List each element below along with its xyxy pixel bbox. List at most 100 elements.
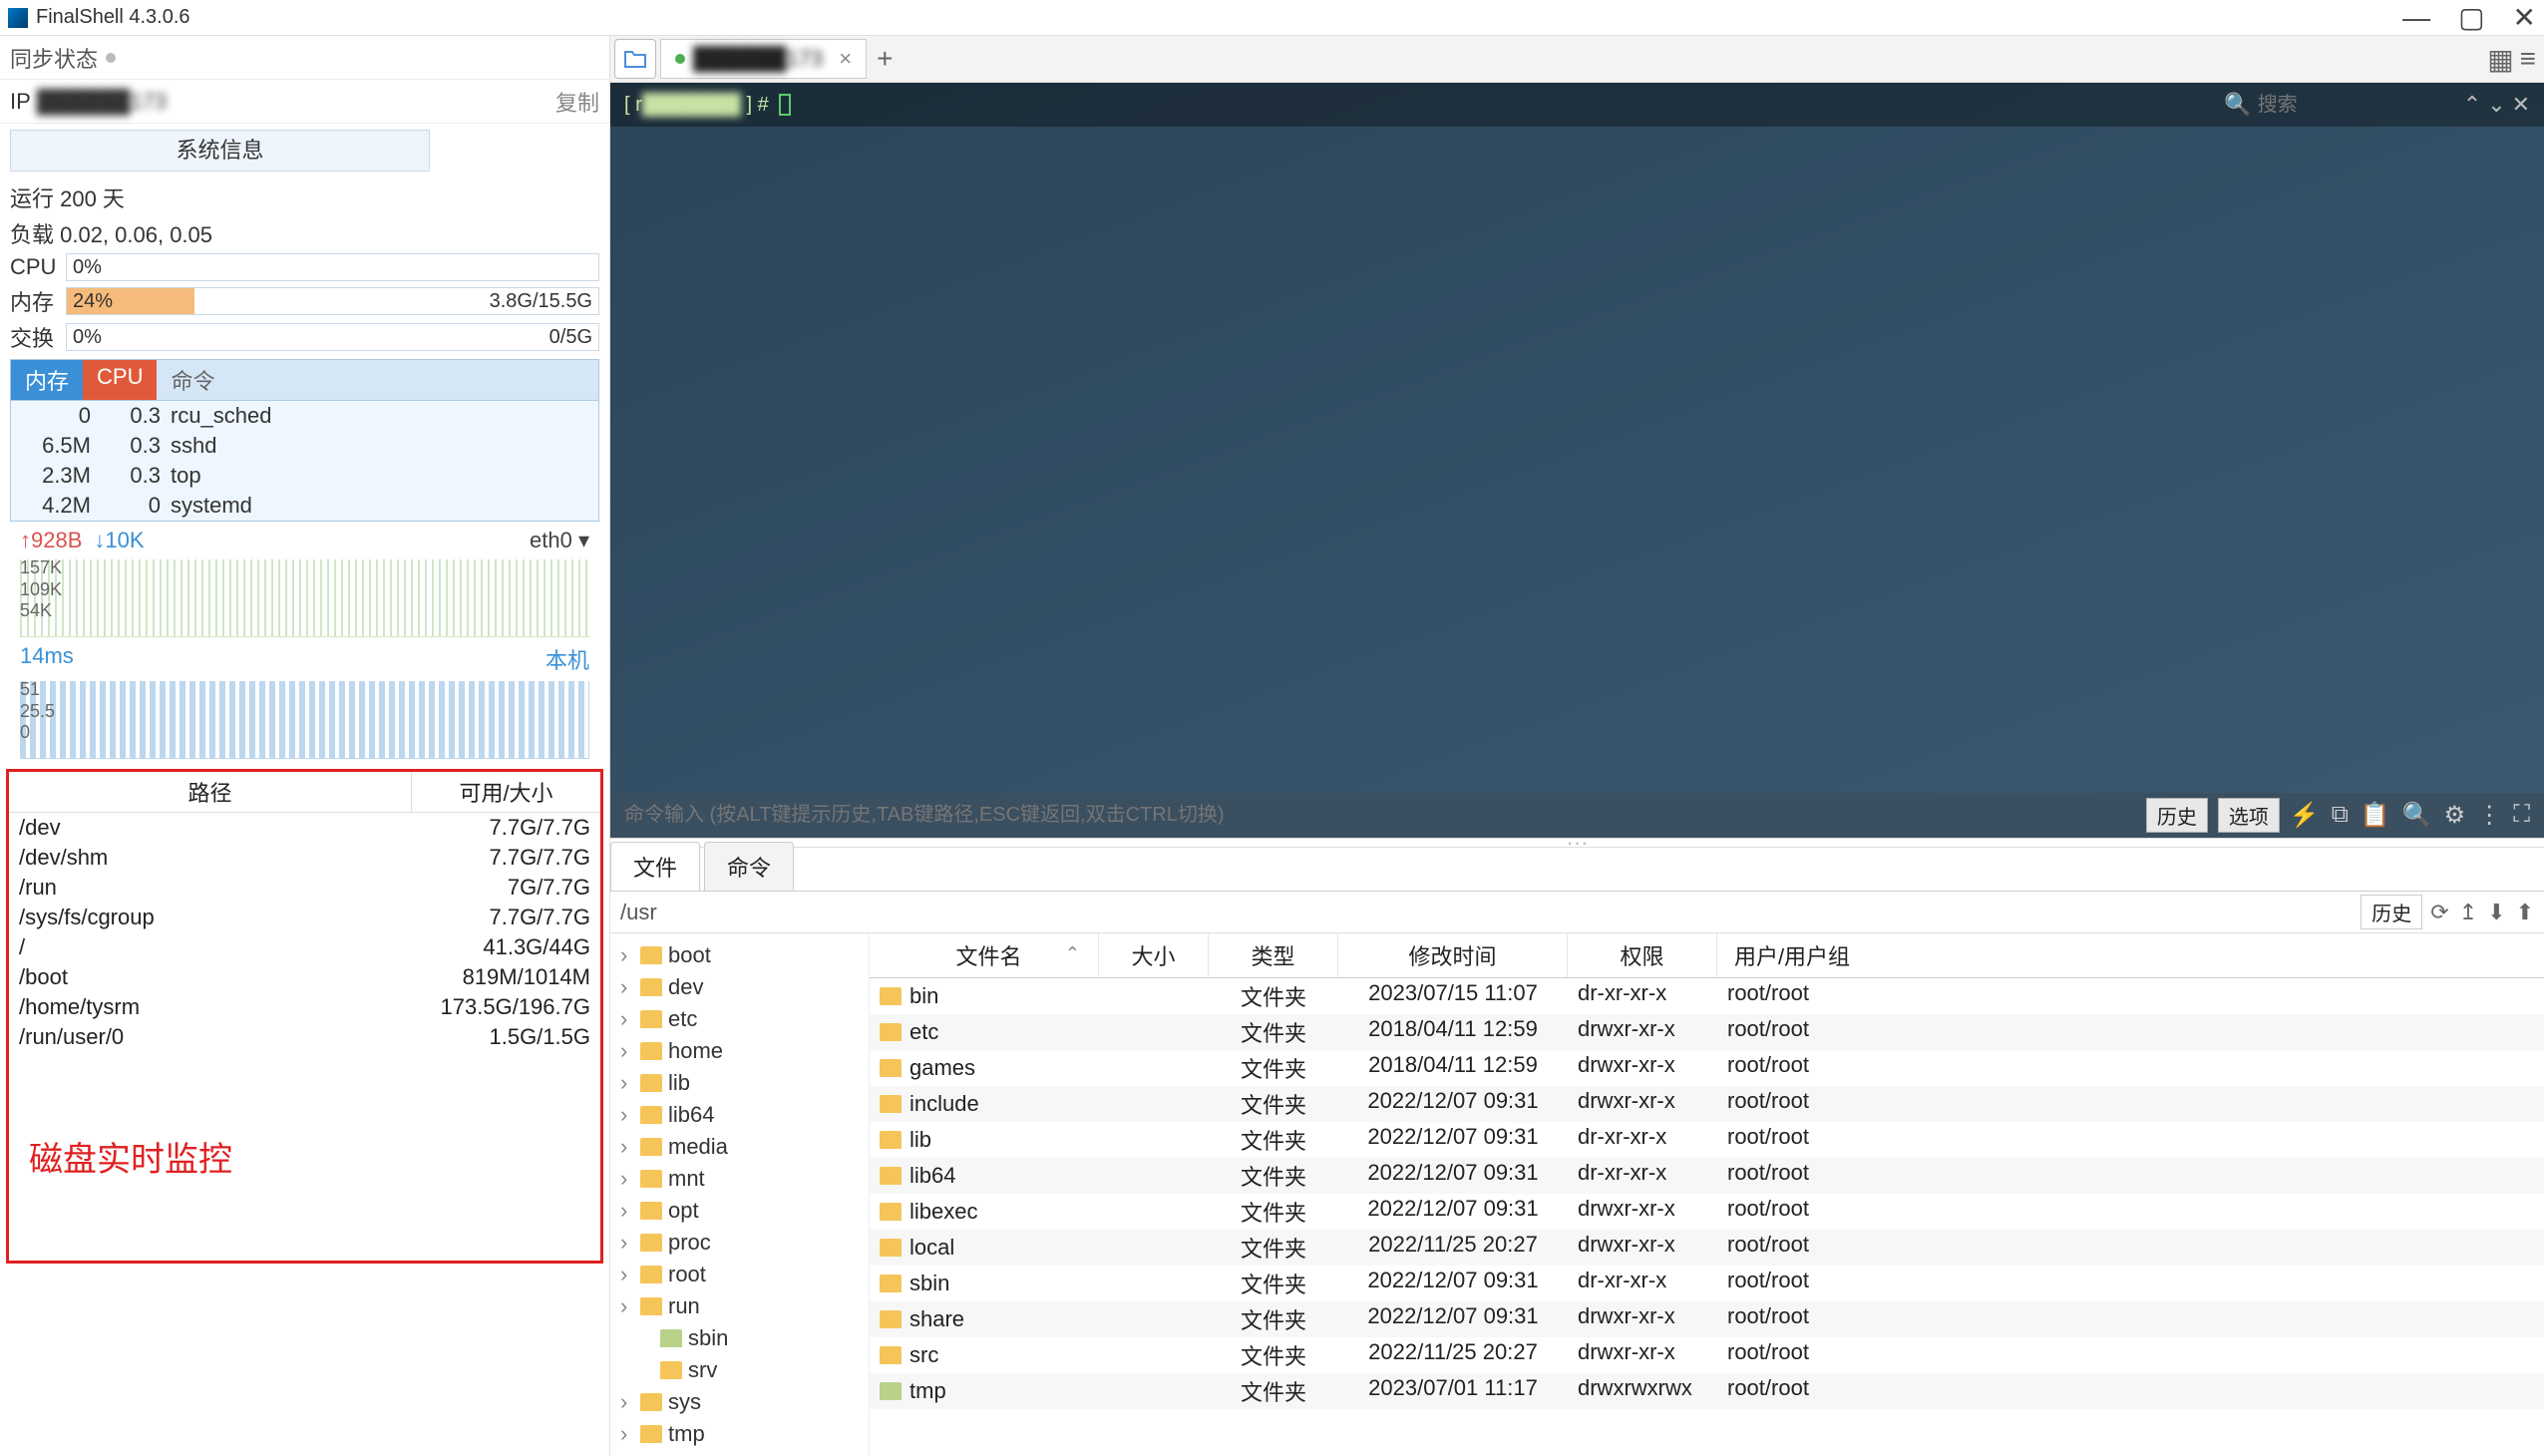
file-row[interactable]: local 文件夹 2022/11/25 20:27 drwxr-xr-x ro… — [870, 1230, 2544, 1266]
file-row[interactable]: lib 文件夹 2022/12/07 09:31 dr-xr-xr-x root… — [870, 1122, 2544, 1158]
paste-icon[interactable]: 📋 — [2361, 801, 2390, 830]
system-info-button[interactable]: 系统信息 — [10, 130, 430, 172]
tree-node[interactable]: ›run — [610, 1290, 869, 1322]
tree-node[interactable]: ›tmp — [610, 1418, 869, 1450]
disk-row[interactable]: /run/user/01.5G/1.5G — [9, 1022, 600, 1052]
folder-button[interactable] — [614, 39, 656, 79]
process-row[interactable]: 00.3rcu_sched — [11, 401, 598, 431]
fullscreen-icon[interactable]: ⛶ — [2513, 801, 2530, 830]
ping-ms: 14ms — [20, 643, 74, 675]
tab-mem[interactable]: 内存 — [11, 360, 83, 400]
tree-node[interactable]: ›lib — [610, 1067, 869, 1099]
file-row[interactable]: include 文件夹 2022/12/07 09:31 drwxr-xr-x … — [870, 1086, 2544, 1122]
header-perm[interactable]: 权限 — [1568, 933, 1717, 977]
more-icon[interactable]: ⋮ — [2477, 801, 2501, 830]
close-button[interactable]: ✕ — [2513, 4, 2536, 32]
header-size[interactable]: 大小 — [1099, 933, 1209, 977]
tree-node[interactable]: ›root — [610, 1259, 869, 1290]
maximize-button[interactable]: ▢ — [2458, 4, 2484, 32]
header-user[interactable]: 用户/用户组 — [1717, 933, 1867, 977]
tree-node[interactable]: sbin — [610, 1322, 869, 1354]
copy-button[interactable]: 复制 — [555, 86, 599, 118]
process-row[interactable]: 2.3M0.3top — [11, 461, 598, 491]
file-user: root/root — [1717, 1160, 1867, 1192]
tree-node[interactable]: ›media — [610, 1131, 869, 1163]
disk-row[interactable]: /home/tysrm173.5G/196.7G — [9, 992, 600, 1022]
tab-cmds[interactable]: 命令 — [704, 842, 794, 891]
tree-node[interactable]: ›opt — [610, 1195, 869, 1227]
add-tab-button[interactable]: + — [877, 43, 893, 75]
file-row[interactable]: games 文件夹 2018/04/11 12:59 drwxr-xr-x ro… — [870, 1050, 2544, 1086]
process-row[interactable]: 6.5M0.3sshd — [11, 431, 598, 461]
terminal[interactable]: [ r███████ ] # 🔍 ⌃ ⌄ ✕ — [610, 83, 2544, 792]
download-icon[interactable]: ⬇ — [2487, 900, 2505, 925]
file-user: root/root — [1717, 980, 1867, 1012]
dir-tree[interactable]: ›boot›dev›etc›home›lib›lib64›media›mnt›o… — [610, 933, 870, 1456]
tree-node[interactable]: ›sys — [610, 1386, 869, 1418]
disk-row[interactable]: /dev7.7G/7.7G — [9, 813, 600, 843]
gear-icon[interactable]: ⚙ — [2444, 801, 2466, 830]
command-input[interactable] — [624, 804, 2136, 827]
search-icon[interactable]: 🔍 — [2224, 92, 2251, 118]
tree-node[interactable]: ›proc — [610, 1227, 869, 1259]
disk-row[interactable]: /dev/shm7.7G/7.7G — [9, 843, 600, 873]
path-history-button[interactable]: 历史 — [2361, 895, 2422, 929]
file-row[interactable]: etc 文件夹 2018/04/11 12:59 drwxr-xr-x root… — [870, 1014, 2544, 1050]
tree-node[interactable]: ›lib64 — [610, 1099, 869, 1131]
close-tab-icon[interactable]: × — [839, 46, 852, 72]
file-row[interactable]: tmp 文件夹 2023/07/01 11:17 drwxrwxrwx root… — [870, 1373, 2544, 1409]
disk-row[interactable]: /run7G/7.7G — [9, 873, 600, 903]
copy-icon[interactable]: ⧉ — [2332, 801, 2349, 830]
up-icon[interactable]: ↥ — [2459, 900, 2477, 925]
file-row[interactable]: libexec 文件夹 2022/12/07 09:31 drwxr-xr-x … — [870, 1194, 2544, 1230]
disk-header-path[interactable]: 路径 — [9, 772, 411, 812]
disk-header-size[interactable]: 可用/大小 — [411, 772, 600, 812]
tree-node[interactable]: ›etc — [610, 1003, 869, 1035]
file-row[interactable]: lib64 文件夹 2022/12/07 09:31 dr-xr-xr-x ro… — [870, 1158, 2544, 1194]
minimize-button[interactable]: — — [2402, 4, 2430, 32]
header-type[interactable]: 类型 — [1209, 933, 1338, 977]
disk-row[interactable]: /sys/fs/cgroup7.7G/7.7G — [9, 903, 600, 932]
search-close-icon[interactable]: ✕ — [2512, 92, 2530, 118]
tab-files[interactable]: 文件 — [610, 842, 700, 891]
tree-node[interactable]: ›home — [610, 1035, 869, 1067]
tab-cpu[interactable]: CPU — [83, 360, 157, 400]
terminal-search-input[interactable] — [2258, 94, 2457, 117]
file-row[interactable]: sbin 文件夹 2022/12/07 09:31 dr-xr-xr-x roo… — [870, 1266, 2544, 1301]
history-button[interactable]: 历史 — [2146, 798, 2208, 833]
search-icon[interactable]: 🔍 — [2402, 801, 2432, 830]
session-tab[interactable]: ██████173 × — [660, 39, 867, 79]
splitter[interactable]: ··· — [610, 838, 2544, 848]
header-date[interactable]: 修改时间 — [1338, 933, 1568, 977]
disk-row[interactable]: /41.3G/44G — [9, 932, 600, 962]
disk-row[interactable]: /boot819M/1014M — [9, 962, 600, 992]
file-size — [1099, 980, 1209, 1012]
tree-node[interactable]: ›mnt — [610, 1163, 869, 1195]
file-date: 2018/04/11 12:59 — [1338, 1052, 1568, 1084]
tree-node[interactable]: ›dev — [610, 971, 869, 1003]
search-next-icon[interactable]: ⌄ — [2487, 92, 2505, 118]
file-row[interactable]: src 文件夹 2022/11/25 20:27 drwxr-xr-x root… — [870, 1337, 2544, 1373]
file-row[interactable]: share 文件夹 2022/12/07 09:31 drwxr-xr-x ro… — [870, 1301, 2544, 1337]
options-button[interactable]: 选项 — [2218, 798, 2280, 833]
tree-node[interactable]: srv — [610, 1354, 869, 1386]
grid-icon[interactable]: ▦ — [2487, 43, 2513, 76]
current-path[interactable]: /usr — [610, 900, 2361, 925]
file-name: lib64 — [909, 1163, 955, 1189]
refresh-icon[interactable]: ⟳ — [2430, 900, 2448, 925]
ping-local[interactable]: 本机 — [545, 643, 589, 675]
file-name: games — [909, 1055, 975, 1081]
tree-node[interactable]: ›boot — [610, 939, 869, 971]
file-row[interactable]: bin 文件夹 2023/07/15 11:07 dr-xr-xr-x root… — [870, 978, 2544, 1014]
tab-cmd[interactable]: 命令 — [157, 360, 228, 400]
net-iface[interactable]: eth0 ▾ — [530, 528, 589, 553]
folder-icon — [880, 1167, 902, 1185]
bolt-icon[interactable]: ⚡ — [2290, 801, 2320, 830]
search-prev-icon[interactable]: ⌃ — [2463, 92, 2481, 118]
file-body: ›boot›dev›etc›home›lib›lib64›media›mnt›o… — [610, 933, 2544, 1456]
upload-icon[interactable]: ⬆ — [2516, 900, 2534, 925]
net-sparkline: 157K 109K 54K — [20, 559, 589, 637]
header-name[interactable]: 文件名⌃ — [870, 933, 1099, 977]
list-icon[interactable]: ≡ — [2520, 43, 2536, 76]
process-row[interactable]: 4.2M0systemd — [11, 491, 598, 521]
